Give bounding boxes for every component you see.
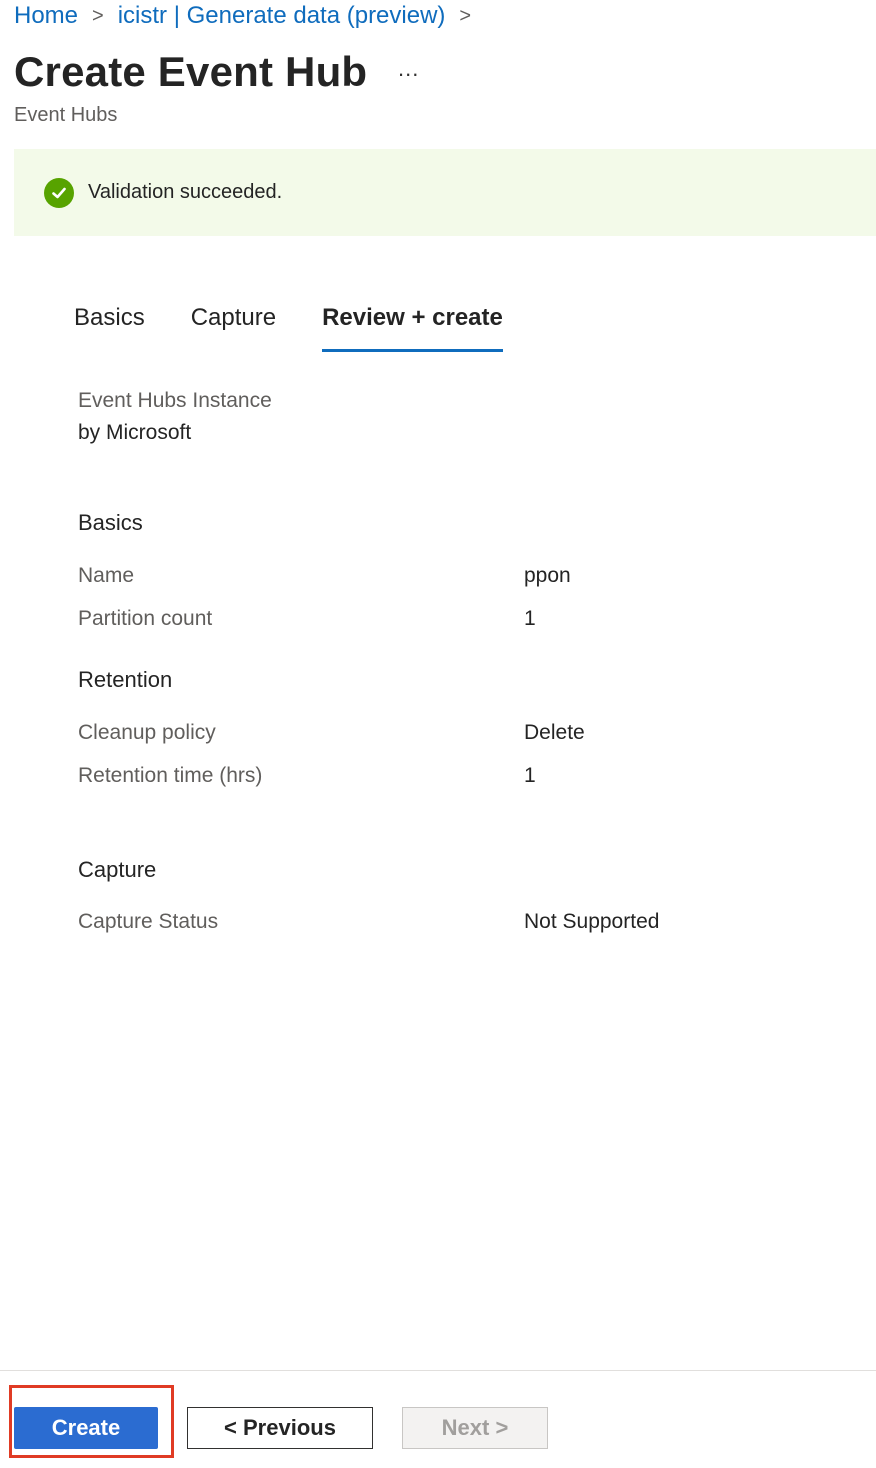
row-label: Name: [78, 564, 135, 587]
previous-button[interactable]: < Previous: [187, 1407, 373, 1449]
validation-message: Validation succeeded.: [88, 181, 283, 203]
row-value: 1: [524, 764, 536, 787]
footer-divider: [0, 1370, 876, 1371]
tab-basics[interactable]: Basics: [74, 304, 145, 356]
row-label: Retention time (hrs): [78, 764, 263, 787]
row-value: ppon: [524, 564, 571, 587]
page-subtitle: Event Hubs: [14, 104, 118, 126]
wizard-tabs: Basics Capture Review + create: [74, 304, 549, 356]
breadcrumb: Home > icistr | Generate data (preview) …: [14, 0, 485, 32]
section-title-retention: Retention: [78, 667, 173, 692]
more-options-icon[interactable]: ...: [398, 56, 419, 82]
tab-review-create[interactable]: Review + create: [322, 304, 503, 356]
row-value: Delete: [524, 721, 585, 744]
product-info: Event Hubs Instance by Microsoft: [78, 385, 272, 449]
row-label: Partition count: [78, 607, 213, 630]
tab-capture[interactable]: Capture: [191, 304, 276, 356]
next-button: Next >: [402, 1407, 548, 1449]
chevron-right-icon: >: [459, 4, 472, 27]
success-check-icon: [44, 177, 74, 208]
validation-banner: Validation succeeded.: [14, 149, 876, 236]
row-label: Cleanup policy: [78, 721, 216, 744]
page-title: Create Event Hub: [14, 48, 368, 95]
breadcrumb-resource-link[interactable]: icistr | Generate data (preview): [118, 2, 446, 30]
chevron-right-icon: >: [92, 4, 104, 27]
section-title-capture: Capture: [78, 857, 157, 882]
row-value: 1: [524, 607, 536, 630]
product-name: Event Hubs Instance: [78, 389, 272, 412]
product-publisher: by Microsoft: [78, 421, 192, 444]
row-label: Capture Status: [78, 910, 219, 933]
create-button[interactable]: Create: [14, 1407, 158, 1449]
row-value: Not Supported: [524, 910, 660, 933]
breadcrumb-home-link[interactable]: Home: [14, 2, 78, 30]
section-title-basics: Basics: [78, 510, 143, 535]
